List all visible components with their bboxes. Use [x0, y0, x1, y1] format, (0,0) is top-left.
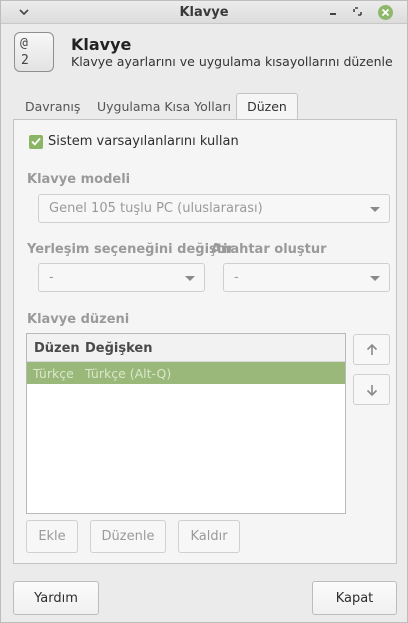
keyboard-model-value: Genel 105 tuşlu PC (uluslararası) — [49, 201, 263, 216]
dropdown-arrow-icon — [370, 276, 380, 281]
move-down-button[interactable] — [353, 374, 390, 405]
switch-layout-value: - — [49, 270, 54, 285]
switch-layout-dropdown[interactable]: - — [38, 263, 205, 292]
close-icon — [377, 4, 393, 20]
page-title: Klavye — [71, 35, 132, 54]
layout-cell: Türkçe — [33, 366, 74, 381]
dropdown-arrow-icon — [185, 276, 195, 281]
keyboard-layouts-label: Klavye düzeni — [27, 312, 130, 327]
minimize-icon — [330, 13, 336, 15]
move-up-button[interactable] — [353, 334, 390, 365]
keyboard-settings-window: Klavye @ 2 Klavye Klavye ayarlarını ve u… — [0, 0, 408, 623]
table-header: Düzen Değişken — [27, 334, 345, 362]
edit-layout-button[interactable]: Düzenle — [90, 520, 166, 553]
maximize-icon — [353, 7, 362, 16]
layouts-panel: Sistem varsayılanlarını kullan Klavye mo… — [13, 119, 397, 564]
switch-layout-label: Yerleşim seçeneğini değiştir — [27, 242, 234, 257]
tab-layouts[interactable]: Düzen — [236, 93, 298, 120]
dropdown-arrow-icon — [370, 207, 380, 212]
variant-cell: Türkçe (Alt-Q) — [85, 366, 172, 381]
arrow-down-icon — [366, 384, 377, 396]
add-layout-button[interactable]: Ekle — [26, 520, 78, 553]
compose-key-dropdown[interactable]: - — [223, 263, 390, 292]
checkbox-checked-icon[interactable] — [29, 134, 43, 149]
help-button[interactable]: Yardım — [13, 581, 99, 615]
titlebar: Klavye — [1, 1, 407, 24]
tab-behavior[interactable]: Davranış — [25, 95, 80, 119]
remove-layout-button[interactable]: Kaldır — [178, 520, 240, 553]
layouts-table[interactable]: Düzen Değişken Türkçe Türkçe (Alt-Q) — [26, 333, 346, 514]
table-row[interactable]: Türkçe Türkçe (Alt-Q) — [27, 362, 345, 384]
maximize-button[interactable] — [349, 3, 367, 21]
use-system-defaults-checkbox[interactable]: Sistem varsayılanlarını kullan — [29, 134, 239, 149]
window-title: Klavye — [179, 5, 229, 20]
minimize-button[interactable] — [324, 3, 342, 21]
keyboard-key-icon: @ 2 — [14, 32, 54, 72]
keyboard-model-dropdown[interactable]: Genel 105 tuşlu PC (uluslararası) — [38, 194, 390, 223]
close-window-button[interactable] — [376, 3, 394, 21]
column-header-layout[interactable]: Düzen — [34, 341, 80, 356]
compose-key-value: - — [234, 270, 239, 285]
arrow-up-icon — [366, 343, 377, 355]
use-system-defaults-label: Sistem varsayılanlarını kullan — [48, 134, 239, 149]
page-header: @ 2 Klavye Klavye ayarlarını ve uygulama… — [11, 32, 401, 76]
page-subtitle: Klavye ayarlarını ve uygulama kısayollar… — [71, 54, 393, 69]
tab-application-shortcuts[interactable]: Uygulama Kısa Yolları — [97, 95, 231, 119]
compose-key-label: Anahtar oluştur — [211, 242, 327, 257]
keyboard-model-label: Klavye modeli — [27, 172, 131, 187]
column-header-variant[interactable]: Değişken — [85, 341, 152, 356]
close-button[interactable]: Kapat — [312, 581, 397, 615]
